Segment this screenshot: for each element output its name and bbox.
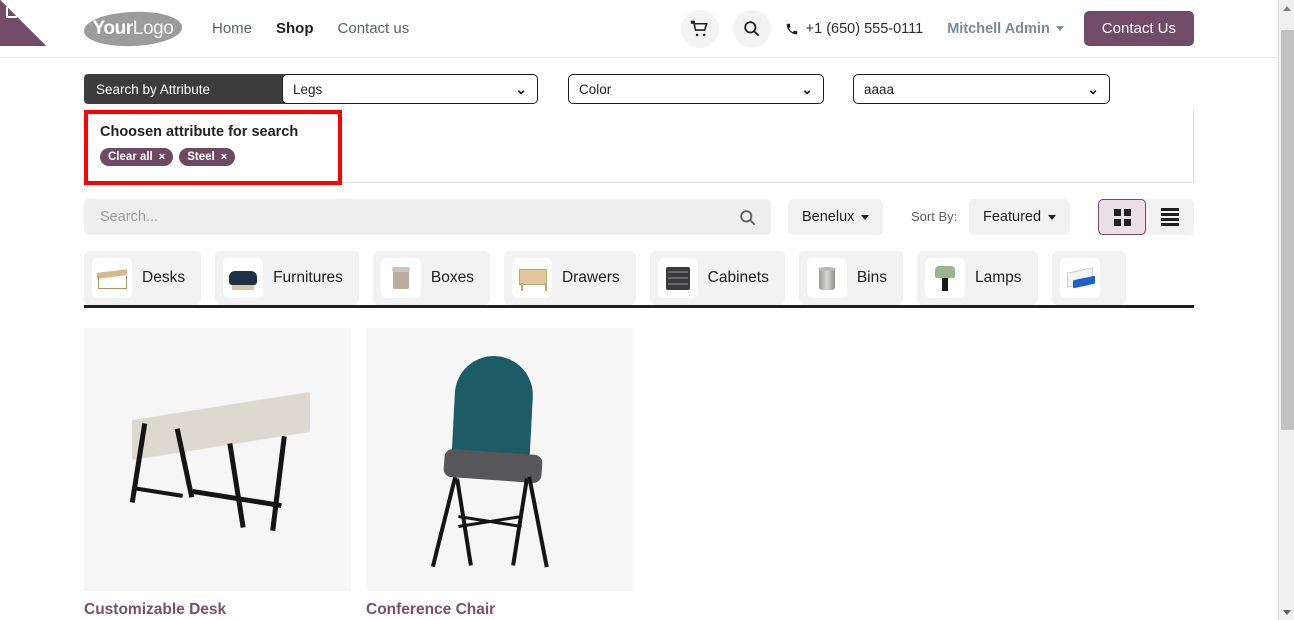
phone-number-text: +1 (650) 555-0111 bbox=[805, 20, 924, 37]
box-thumbnail-icon bbox=[380, 258, 421, 298]
vertical-scrollbar[interactable] bbox=[1278, 0, 1294, 620]
product-search-bar[interactable] bbox=[84, 199, 771, 235]
list-view-button[interactable] bbox=[1146, 199, 1194, 235]
pricelist-value: Benelux bbox=[802, 209, 855, 225]
chevron-down-icon bbox=[861, 214, 870, 220]
chevron-down-icon bbox=[1048, 214, 1057, 220]
grid-view-button[interactable] bbox=[1098, 199, 1146, 235]
sort-by-label: Sort By: bbox=[911, 209, 958, 224]
main-navigation: Home Shop Contact us bbox=[210, 16, 411, 41]
attribute-select-legs[interactable]: Legs ⌄ bbox=[282, 74, 538, 104]
corner-bracket-icon bbox=[6, 7, 17, 18]
category-label: Bins bbox=[856, 269, 887, 286]
attribute-select-color[interactable]: Color ⌄ bbox=[568, 74, 824, 104]
chosen-attribute-panel: Choosen attribute for search Clear all ×… bbox=[84, 110, 342, 185]
category-tab-lamps[interactable]: Lamps bbox=[917, 251, 1038, 305]
logo-text: YourLogo bbox=[93, 18, 174, 40]
product-card[interactable]: Customizable Desk bbox=[84, 328, 351, 620]
user-name: Mitchell Admin bbox=[947, 20, 1050, 37]
category-tab-furnitures[interactable]: Furnitures bbox=[215, 251, 359, 305]
category-label: Lamps bbox=[975, 269, 1022, 286]
contact-us-button[interactable]: Contact Us bbox=[1083, 11, 1194, 46]
search-icon bbox=[742, 19, 761, 38]
corner-ribbon bbox=[0, 0, 46, 46]
category-tab-drawers[interactable]: Drawers bbox=[503, 251, 636, 305]
desk-thumbnail-icon bbox=[92, 258, 132, 298]
user-menu[interactable]: Mitchell Admin bbox=[947, 21, 1064, 37]
category-tab-overflow[interactable] bbox=[1051, 251, 1126, 305]
nav-item-contact-us[interactable]: Contact us bbox=[336, 16, 412, 41]
drawer-thumbnail-icon bbox=[511, 258, 552, 298]
phone-icon bbox=[785, 22, 799, 36]
sort-by-dropdown[interactable]: Featured bbox=[969, 199, 1071, 235]
list-view-icon bbox=[1161, 208, 1179, 226]
site-logo[interactable]: YourLogo bbox=[83, 9, 183, 48]
attribute-select-aaaa-value: aaaa bbox=[864, 81, 895, 97]
search-icon[interactable] bbox=[738, 208, 757, 227]
desk-rail-shape bbox=[132, 486, 184, 498]
blue-product-thumbnail-icon bbox=[1059, 258, 1100, 298]
shopping-cart-icon bbox=[690, 19, 709, 38]
search-input[interactable] bbox=[98, 208, 738, 226]
scroll-up-arrow-icon[interactable] bbox=[1279, 0, 1294, 16]
grid-view-icon bbox=[1113, 208, 1131, 226]
close-icon[interactable]: × bbox=[221, 151, 227, 163]
phone-number[interactable]: +1 (650) 555-0111 bbox=[785, 20, 924, 37]
product-name[interactable]: Customizable Desk bbox=[84, 601, 351, 619]
scroll-down-arrow-icon[interactable] bbox=[1279, 604, 1294, 620]
desk-leg-shape bbox=[270, 436, 287, 531]
logo-text-light: Logo bbox=[132, 17, 174, 39]
category-tab-boxes[interactable]: Boxes bbox=[372, 251, 490, 305]
logo-text-bold: Your bbox=[92, 17, 134, 39]
lamp-thumbnail-icon bbox=[925, 258, 965, 298]
category-label: Boxes bbox=[430, 269, 474, 286]
desk-leg-shape bbox=[227, 443, 246, 528]
cart-button[interactable] bbox=[680, 9, 719, 48]
category-tab-bins[interactable]: Bins bbox=[798, 251, 903, 305]
category-label: Desks bbox=[142, 269, 186, 286]
chevron-down-icon: ⌄ bbox=[515, 81, 527, 97]
nav-item-home[interactable]: Home bbox=[210, 16, 254, 41]
product-grid: Customizable Desk Conference Chair bbox=[84, 328, 1194, 620]
product-card[interactable]: Conference Chair bbox=[366, 328, 633, 620]
conference-chair-photo[interactable] bbox=[366, 328, 633, 591]
chair-leg-shape bbox=[527, 476, 549, 568]
category-tab-cabinets[interactable]: Cabinets bbox=[649, 251, 785, 305]
chair-leg-shape bbox=[511, 478, 529, 566]
chevron-down-icon bbox=[1055, 26, 1064, 31]
category-label: Cabinets bbox=[707, 269, 769, 286]
category-tab-desks[interactable]: Desks bbox=[84, 251, 202, 305]
close-icon[interactable]: × bbox=[159, 151, 165, 163]
tag-steel-label: Steel bbox=[187, 151, 215, 163]
nav-item-shop[interactable]: Shop bbox=[274, 16, 316, 41]
category-tabs: Desks Furnitures Boxes Drawers Cabinets … bbox=[84, 251, 1194, 308]
customizable-desk-photo[interactable] bbox=[84, 328, 351, 591]
site-header: YourLogo Home Shop Contact us +1 (650) 5… bbox=[0, 0, 1278, 58]
chair-leg-shape bbox=[430, 476, 458, 568]
view-mode-toggle bbox=[1098, 199, 1194, 235]
search-by-attribute-label: Search by Attribute bbox=[96, 81, 211, 97]
chevron-down-icon: ⌄ bbox=[801, 81, 813, 97]
sort-by-value: Featured bbox=[983, 209, 1042, 225]
tag-steel[interactable]: Steel × bbox=[179, 148, 236, 166]
category-label: Drawers bbox=[561, 269, 620, 286]
chosen-attribute-title: Choosen attribute for search bbox=[100, 124, 299, 140]
attribute-select-aaaa[interactable]: aaaa ⌄ bbox=[853, 74, 1110, 104]
chevron-down-icon: ⌄ bbox=[1087, 81, 1099, 97]
chosen-attribute-tags: Clear all × Steel × bbox=[100, 148, 326, 166]
cabinet-thumbnail-icon bbox=[657, 258, 698, 298]
attribute-select-color-value: Color bbox=[579, 81, 612, 97]
tag-clear-all[interactable]: Clear all × bbox=[100, 148, 174, 166]
bin-thumbnail-icon bbox=[806, 258, 847, 298]
scrollbar-thumb[interactable] bbox=[1281, 30, 1294, 430]
sofa-thumbnail-icon bbox=[223, 258, 264, 298]
header-search-button[interactable] bbox=[732, 9, 771, 48]
tag-clear-all-label: Clear all bbox=[108, 151, 153, 163]
category-label: Furnitures bbox=[273, 269, 343, 286]
header-actions: +1 (650) 555-0111 Mitchell Admin Contact… bbox=[680, 9, 1194, 48]
product-name[interactable]: Conference Chair bbox=[366, 601, 633, 619]
attribute-select-legs-value: Legs bbox=[293, 81, 323, 97]
shop-page: YourLogo Home Shop Contact us +1 (650) 5… bbox=[0, 0, 1294, 620]
pricelist-dropdown[interactable]: Benelux bbox=[788, 199, 884, 235]
